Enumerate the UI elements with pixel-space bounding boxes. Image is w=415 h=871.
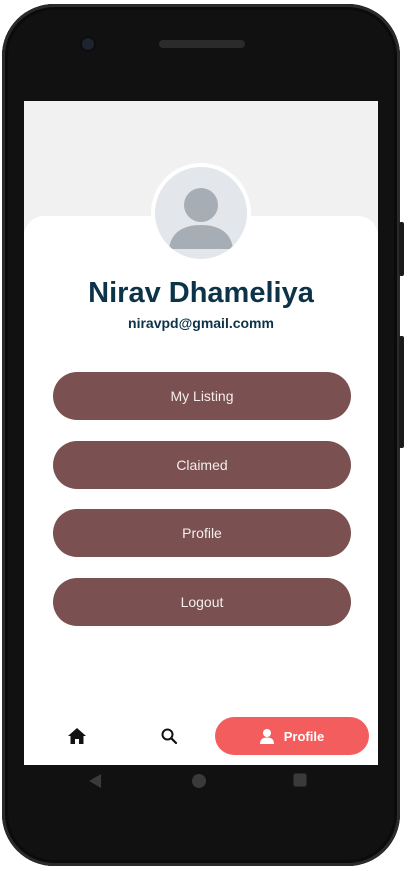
home-icon [68,728,86,744]
claimed-button[interactable]: Claimed [53,441,351,489]
search-icon [161,728,177,744]
volume-rocker [399,336,404,448]
user-icon [259,728,274,744]
tab-search[interactable] [152,717,186,755]
profile-email: niravpd@gmail.comm [128,315,274,331]
bottom-tab-bar: Profile [24,707,378,765]
recents-icon[interactable] [293,773,307,787]
my-listing-button[interactable]: My Listing [53,372,351,420]
earpiece-speaker [159,40,245,48]
tab-profile-label: Profile [283,728,325,744]
tab-profile[interactable]: Profile [215,717,369,755]
tab-home[interactable] [60,717,94,755]
profile-name: Nirav Dhameliya [88,277,314,309]
user-placeholder-icon [169,188,233,249]
front-camera [82,38,94,50]
profile-button[interactable]: Profile [53,509,351,557]
phone-frame: Nirav Dhameliya niravpd@gmail.comm My Li… [2,4,400,866]
home-circle-icon[interactable] [191,773,207,789]
back-icon[interactable] [88,773,102,789]
logout-button[interactable]: Logout [53,578,351,626]
android-nav-bar [22,761,376,803]
power-button [399,222,404,276]
app-screen: Nirav Dhameliya niravpd@gmail.comm My Li… [24,101,378,765]
avatar [155,167,247,259]
